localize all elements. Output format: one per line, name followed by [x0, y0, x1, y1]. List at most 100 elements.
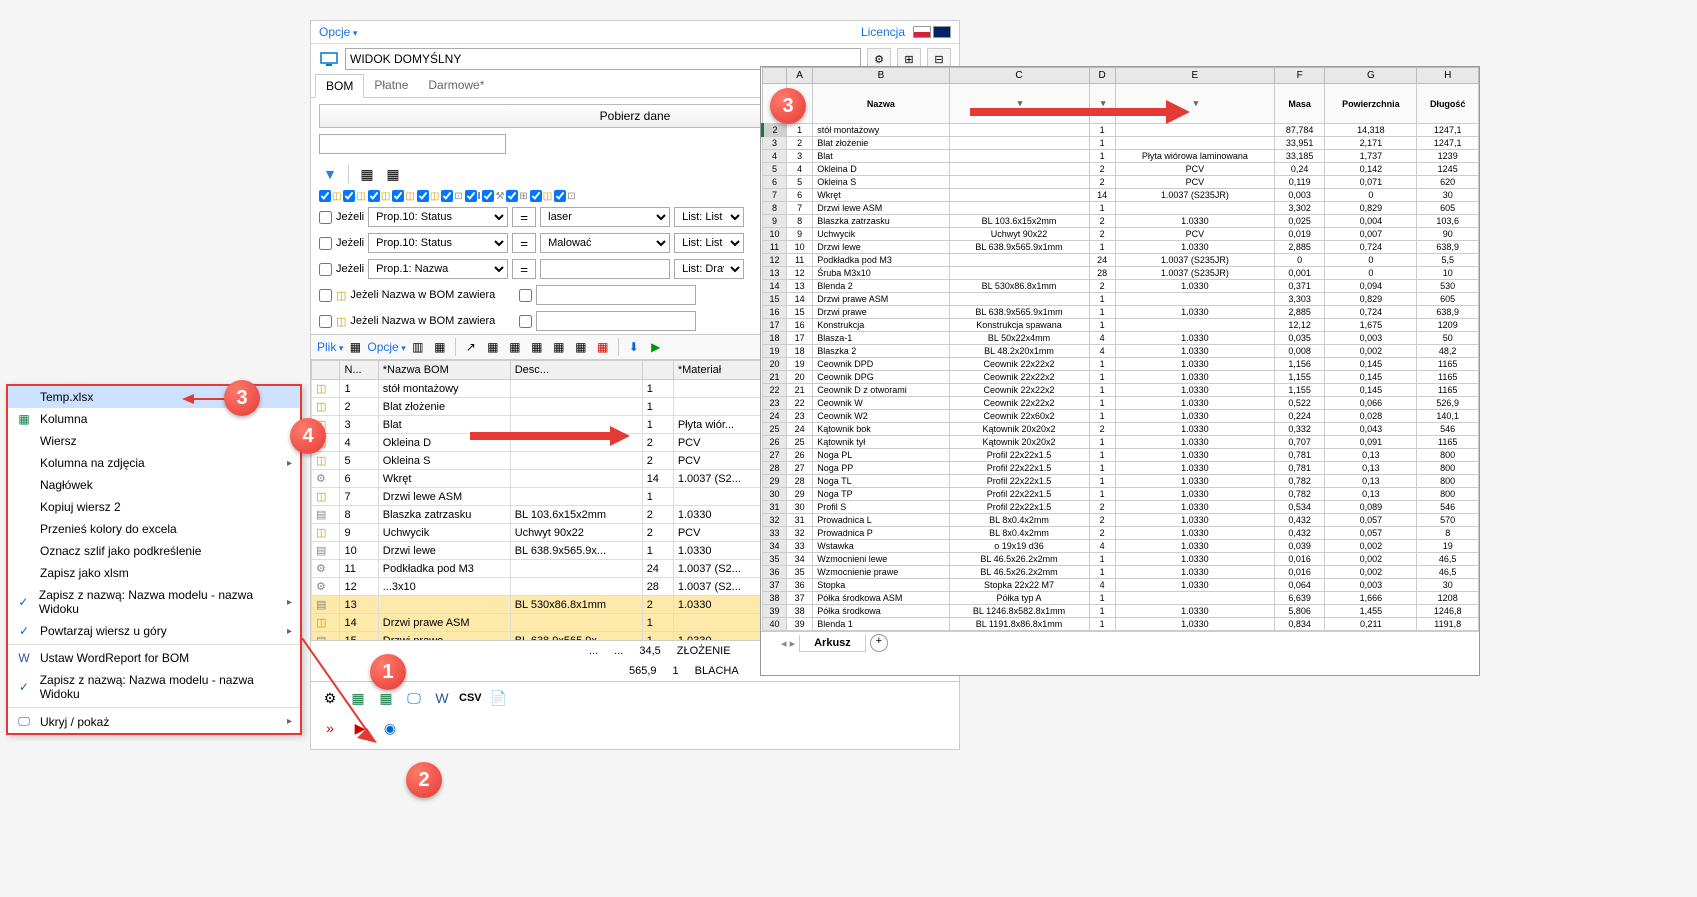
- gt-icon-3[interactable]: ▦: [430, 338, 450, 356]
- add-sheet-button[interactable]: +: [870, 634, 888, 652]
- gt-icon-4[interactable]: ↗: [461, 338, 481, 356]
- gt-icon-11[interactable]: ⬇: [624, 338, 644, 356]
- excel-row[interactable]: 21stół montażowy187,78414,3181247,1: [763, 124, 1479, 137]
- opcje-menu-2[interactable]: Opcje: [367, 340, 405, 354]
- excel-row[interactable]: 2625Kątownik tyłKątownik 20x20x211.03300…: [763, 436, 1479, 449]
- excel-row[interactable]: 3534Wzmocnieni leweBL 46.5x26.2x2mm11.03…: [763, 553, 1479, 566]
- excel-row[interactable]: 65Okleina S2PCV0,1190,071620: [763, 176, 1479, 189]
- excel-row[interactable]: 2019Ceownik DPDCeownik 22x22x211.03301,1…: [763, 358, 1479, 371]
- search-input[interactable]: [319, 134, 506, 154]
- excel-row[interactable]: 1110Drzwi leweBL 638.9x565.9x1mm11.03302…: [763, 241, 1479, 254]
- sheet-tab-arkusz[interactable]: Arkusz: [799, 635, 866, 652]
- filter-val-2[interactable]: Malować: [540, 233, 670, 253]
- gt-icon-6[interactable]: ▦: [505, 338, 525, 356]
- excel-row[interactable]: 3736StopkaStopka 22x22 M741.03300,0640,0…: [763, 579, 1479, 592]
- chk-10[interactable]: ◫: [530, 190, 552, 202]
- excel-row[interactable]: 3029Noga TPProfil 22x22x1.511.03300,7820…: [763, 488, 1479, 501]
- excel-row[interactable]: 43Blat1Płyta wiórowa laminowana33,1851,7…: [763, 150, 1479, 163]
- filter-chk-3[interactable]: [319, 263, 332, 276]
- filter-chk-1[interactable]: [319, 211, 332, 224]
- cm-kolumna[interactable]: ▦Kolumna: [8, 408, 300, 430]
- grid-col-header[interactable]: [312, 361, 340, 380]
- excel-row[interactable]: 2322Ceownik WCeownik 22x22x211.03300,522…: [763, 397, 1479, 410]
- cm-zapisz-nazwa-2[interactable]: ✓Zapisz z nazwą: Nazwa modelu - nazwa Wi…: [8, 669, 300, 705]
- tool-icon-2[interactable]: ▦: [382, 164, 404, 184]
- plik-menu[interactable]: Plik: [317, 340, 343, 354]
- options-menu[interactable]: Opcje: [319, 25, 357, 39]
- bt-monitor-icon[interactable]: 🖵: [403, 688, 425, 708]
- excel-row[interactable]: 1312Śruba M3x10281.0037 (S235JR)0,001010: [763, 267, 1479, 280]
- excel-row[interactable]: 1615Drzwi praweBL 638.9x565.9x1mm11.0330…: [763, 306, 1479, 319]
- gt-pdf-icon[interactable]: ▦: [593, 338, 613, 356]
- excel-col-header[interactable]: B: [813, 68, 949, 84]
- filter-val-3[interactable]: [540, 259, 670, 279]
- excel-row[interactable]: 2827Noga PPProfil 22x22x1.511.03300,7810…: [763, 462, 1479, 475]
- filter-chk-4b[interactable]: [519, 289, 532, 302]
- filter-chk-5[interactable]: [319, 315, 332, 328]
- excel-col-header[interactable]: A: [787, 68, 813, 84]
- chk-11[interactable]: ⊡: [554, 190, 575, 202]
- excel-row[interactable]: 3837Półka środkowa ASMPółka typ A16,6391…: [763, 592, 1479, 605]
- gt-icon-8[interactable]: ▦: [549, 338, 569, 356]
- grid-col-header[interactable]: *Nazwa BOM: [378, 361, 510, 380]
- excel-row[interactable]: 2221Ceownik D z otworamiCeownik 22x22x21…: [763, 384, 1479, 397]
- cm-wiersz[interactable]: Wiersz: [8, 430, 300, 452]
- excel-col-header[interactable]: F: [1274, 68, 1325, 84]
- filter-op-3[interactable]: [512, 259, 536, 279]
- excel-col-header[interactable]: C: [949, 68, 1089, 84]
- cm-ukryj[interactable]: 🖵Ukryj / pokaż▸: [8, 710, 300, 733]
- filter-chk-5b[interactable]: [519, 315, 532, 328]
- chk-5[interactable]: ◫: [417, 190, 439, 202]
- chk-6[interactable]: ⊡: [441, 190, 462, 202]
- excel-row[interactable]: 2726Noga PLProfil 22x22x1.511.03300,7810…: [763, 449, 1479, 462]
- excel-preview[interactable]: ABCDEFGH 1 Nazwa ▾ ▾ ▾ Masa Powierzchnia…: [760, 66, 1480, 676]
- filter-list-1[interactable]: List: List 3: [674, 207, 744, 227]
- filter-list-3[interactable]: List: Drawn: [674, 259, 744, 279]
- filter-chk-2[interactable]: [319, 237, 332, 250]
- excel-row[interactable]: 1211Podkładka pod M3241.0037 (S235JR)005…: [763, 254, 1479, 267]
- chk-1[interactable]: ◫: [319, 190, 341, 202]
- filter-prop-1[interactable]: Prop.10: Status: [368, 207, 508, 227]
- cm-wordreport[interactable]: WUstaw WordReport for BOM: [8, 647, 300, 669]
- excel-row[interactable]: 2928Noga TLProfil 22x22x1.511.03300,7820…: [763, 475, 1479, 488]
- csv-label[interactable]: CSV: [459, 692, 482, 704]
- filter-val-1[interactable]: laser: [540, 207, 670, 227]
- excel-row[interactable]: 3433Wstawkao 19x19 d3641.03300,0390,0021…: [763, 540, 1479, 553]
- excel-col-header[interactable]: E: [1115, 68, 1274, 84]
- bt-file-icon[interactable]: 📄: [488, 688, 510, 708]
- cm-kolumna-zdjecia[interactable]: Kolumna na zdjęcia▸: [8, 452, 300, 474]
- filter-op-2[interactable]: [512, 233, 536, 253]
- filter-list-2[interactable]: List: List 4: [674, 233, 744, 253]
- bt-word-icon[interactable]: W: [431, 688, 453, 708]
- excel-row[interactable]: 2120Ceownik DPGCeownik 22x22x211.03301,1…: [763, 371, 1479, 384]
- excel-row[interactable]: 4039Blenda 1BL 1191.8x86.8x1mm11.03300,8…: [763, 618, 1479, 631]
- cm-kopiuj[interactable]: Kopiuj wiersz 2: [8, 496, 300, 518]
- excel-row[interactable]: 1817Blasza-1BL 50x22x4mm41.03300,0350,00…: [763, 332, 1479, 345]
- chk-8[interactable]: ⚒: [482, 190, 504, 202]
- license-link[interactable]: Licencja: [861, 25, 905, 39]
- funnel-icon[interactable]: ▼: [319, 164, 341, 184]
- gt-icon-1[interactable]: ▦: [345, 338, 365, 356]
- excel-col-header[interactable]: D: [1089, 68, 1115, 84]
- chk-7[interactable]: I: [465, 190, 481, 202]
- excel-row[interactable]: 3635Wzmocnienie praweBL 46.5x26.2x2mm11.…: [763, 566, 1479, 579]
- chk-3[interactable]: ◫: [368, 190, 390, 202]
- grid-col-header[interactable]: [642, 361, 673, 380]
- teamviewer-icon[interactable]: ◉: [379, 718, 401, 738]
- tab-platne[interactable]: Płatne: [364, 74, 418, 97]
- excel-row[interactable]: 1716KonstrukcjaKonstrukcja spawana112,12…: [763, 319, 1479, 332]
- filter-val-4[interactable]: [536, 285, 696, 305]
- excel-row[interactable]: 1413Blenda 2BL 530x86.8x1mm21.03300,3710…: [763, 280, 1479, 293]
- gt-icon-9[interactable]: ▦: [571, 338, 591, 356]
- excel-col-header[interactable]: H: [1417, 68, 1479, 84]
- gt-icon-2[interactable]: ▥: [408, 338, 428, 356]
- tool-icon-1[interactable]: ▦: [356, 164, 378, 184]
- grid-col-header[interactable]: N...: [340, 361, 378, 380]
- excel-row[interactable]: 1918Blaszka 2BL 48.2x20x1mm41.03300,0080…: [763, 345, 1479, 358]
- excel-row[interactable]: 76Wkręt141.0037 (S235JR)0,003030: [763, 189, 1479, 202]
- gt-icon-5[interactable]: ▦: [483, 338, 503, 356]
- cm-zapisz-nazwa[interactable]: ✓Zapisz z nazwą: Nazwa modelu - nazwa Wi…: [8, 584, 300, 620]
- excel-col-header[interactable]: G: [1325, 68, 1417, 84]
- cm-zapisz-xlsm[interactable]: Zapisz jako xlsm: [8, 562, 300, 584]
- filter-prop-3[interactable]: Prop.1: Nazwa: [368, 259, 508, 279]
